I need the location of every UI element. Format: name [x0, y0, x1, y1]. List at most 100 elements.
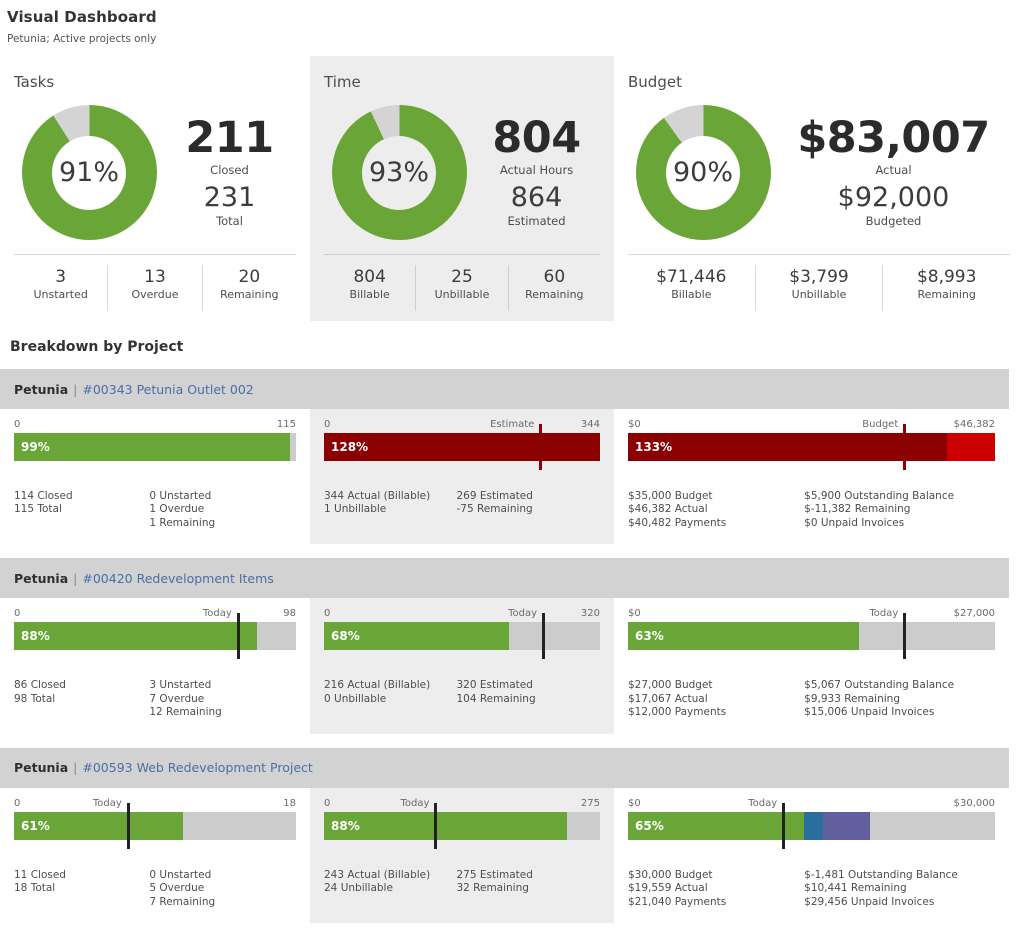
stats-tasks: 86 Closed 98 Total 3 Unstarted 7 Overdue 12 …: [14, 679, 296, 719]
stat-line: $29,456 Unpaid Invoices: [804, 895, 935, 908]
stat-line: $10,441 Remaining: [804, 882, 907, 895]
axis-tasks: 0 Today 18: [14, 798, 296, 812]
project-client-name: Petunia: [14, 381, 69, 397]
axis-right-label: 320: [580, 608, 600, 620]
stats-left: $27,000 Budget $17,067 Actual $12,000 Paym…: [628, 679, 804, 719]
summary-row: Tasks 91% 211 Closed 231 Total 3 Unstart…: [0, 56, 1024, 321]
bar-percent-label: 133%: [635, 440, 673, 454]
kpi-secondary-label-budget: Budgeted: [865, 214, 922, 229]
kpi-budget: $83,007 Actual $92,000 Budgeted: [779, 116, 1024, 229]
foot-value: $71,446: [656, 267, 727, 287]
donut-wrap-tasks: 91%: [13, 105, 165, 240]
bar-track-tasks[interactable]: 99%: [14, 433, 296, 461]
foot-label: Billable: [349, 288, 390, 302]
project-link[interactable]: #00593 Web Redevelopment Project: [82, 760, 312, 775]
stat-line: $15,006 Unpaid Invoices: [804, 706, 935, 719]
stat-line: 114 Closed: [14, 490, 73, 502]
stats-right: $5,900 Outstanding Balance $-11,382 Remai…: [804, 490, 995, 530]
stats-budget: $30,000 Budget $19,559 Actual $21,040 Paym…: [628, 869, 995, 909]
stat-line: 243 Actual (Billable): [324, 868, 431, 881]
bar-marker: [903, 613, 907, 660]
stats-right: 275 Estimated 32 Remaining: [456, 869, 600, 896]
project-separator: |: [73, 381, 78, 397]
axis-mid-label: Today: [400, 797, 430, 809]
stat-line: $12,000 Payments: [628, 706, 727, 719]
bar-track-tasks[interactable]: 88%: [14, 613, 296, 660]
project-header: Petunia | #00593 Web Redevelopment Project: [0, 747, 1009, 788]
project-column-time: 0 Today 320 68% 216 Actual (Billable) 0 Unbil…: [310, 598, 614, 734]
stat-line: 104 Remaining: [456, 692, 536, 705]
stats-left: 344 Actual (Billable) 1 Unbillable: [324, 490, 456, 517]
page-subtitle: Petunia; Active projects only: [7, 33, 157, 45]
card-title-tasks: Tasks: [14, 73, 55, 91]
project-block: Petunia | #00593 Web Redevelopment Project…: [0, 747, 1024, 923]
bar-row-tasks: 99%: [14, 433, 296, 479]
bar-track-tasks[interactable]: 61%: [14, 802, 296, 849]
stat-line: 269 Estimated: [456, 490, 533, 502]
kpi-primary-value-tasks: 211: [185, 112, 274, 163]
stat-line: 0 Unstarted: [149, 868, 212, 881]
bar-percent-label: 88%: [331, 818, 360, 833]
stat-line: 0 Unbillable: [324, 692, 387, 705]
bar-track-time[interactable]: 68%: [324, 613, 600, 660]
foot-label: Billable: [671, 288, 712, 302]
foot-label: Unbillable: [791, 288, 847, 302]
stat-line: 86 Closed: [14, 679, 66, 692]
bar-segment-secondary: [804, 811, 823, 840]
stat-line: 32 Remaining: [456, 882, 529, 895]
bar-segment-primary: [14, 433, 291, 461]
stat-line: 115 Total: [14, 503, 62, 516]
foot-value: 3: [55, 267, 67, 287]
bar-percent-label: 88%: [21, 629, 50, 644]
axis-tasks: 0 Today 98: [14, 608, 296, 622]
project-link[interactable]: #00420 Redevelopment Items: [82, 571, 273, 586]
stats-right: 0 Unstarted 5 Overdue 7 Remaining: [149, 869, 296, 909]
card-body-time: 93% 804 Actual Hours 864 Estimated: [310, 91, 614, 254]
stats-right: 0 Unstarted 1 Overdue 1 Remaining: [149, 490, 296, 530]
bar-track-budget[interactable]: 133%: [628, 424, 995, 470]
bar-track-time[interactable]: 88%: [324, 802, 600, 849]
bar-row-budget: 65%: [628, 802, 995, 858]
project-column-time: 0 Today 275 88% 243 Actual (Billable) 24 Unbi…: [310, 787, 614, 923]
stat-line: 320 Estimated: [456, 679, 533, 692]
axis-left-label: 0: [324, 608, 331, 620]
foot-label: Remaining: [525, 288, 584, 302]
axis-mid-label: Today: [748, 797, 778, 809]
project-column-budget: $0 Budget $46,382 133% $35,000 Budget $46,382…: [614, 409, 1009, 545]
stat-line: $5,067 Outstanding Balance: [804, 679, 955, 692]
bar-track-time[interactable]: 128%: [324, 424, 600, 470]
donut-chart-tasks: 91%: [21, 105, 157, 240]
stat-line: 1 Remaining: [149, 516, 216, 529]
project-list: Petunia | #00343 Petunia Outlet 002 0 115 99%…: [0, 369, 1024, 923]
stat-line: 18 Total: [14, 882, 56, 895]
axis-left-label: 0: [14, 608, 21, 620]
stat-line: $27,000 Budget: [628, 679, 713, 692]
axis-right-label: 115: [276, 419, 296, 430]
bar-marker: [782, 802, 786, 849]
stats-right: $-1,481 Outstanding Balance $10,441 Remai…: [804, 869, 995, 909]
stat-line: $46,382 Actual: [628, 503, 708, 516]
bar-row-time: 128%: [324, 424, 600, 479]
bar-percent-label: 68%: [331, 629, 360, 644]
bar-marker: [236, 613, 240, 660]
bar-track-budget[interactable]: 65%: [628, 802, 995, 849]
bar-track-budget[interactable]: 63%: [628, 613, 995, 660]
stat-line: $-11,382 Remaining: [804, 503, 911, 516]
stats-tasks: 114 Closed 115 Total 0 Unstarted 1 Overdue 1…: [14, 490, 296, 530]
foot-value: 804: [353, 267, 386, 287]
stat-line: 12 Remaining: [149, 706, 222, 719]
breakdown-title: Breakdown by Project: [10, 339, 184, 355]
bar-percent-label: 61%: [21, 818, 50, 833]
project-block: Petunia | #00420 Redevelopment Items 0 Today…: [0, 558, 1024, 734]
stat-line: $40,482 Payments: [628, 516, 727, 529]
donut-chart-time: 93%: [331, 105, 467, 240]
project-link[interactable]: #00343 Petunia Outlet 002: [82, 382, 253, 397]
card-body-tasks: 91% 211 Closed 231 Total: [0, 91, 310, 254]
page-title: Visual Dashboard: [7, 8, 157, 26]
stat-line: 344 Actual (Billable): [324, 490, 431, 502]
foot-value: $3,799: [789, 267, 849, 287]
card-foot-budget: $71,446 Billable $3,799 Unbillable $8,99…: [628, 254, 1010, 312]
stats-left: 114 Closed 115 Total: [14, 490, 149, 530]
stat-line: 98 Total: [14, 692, 56, 705]
stats-left: $30,000 Budget $19,559 Actual $21,040 Paym…: [628, 869, 804, 909]
